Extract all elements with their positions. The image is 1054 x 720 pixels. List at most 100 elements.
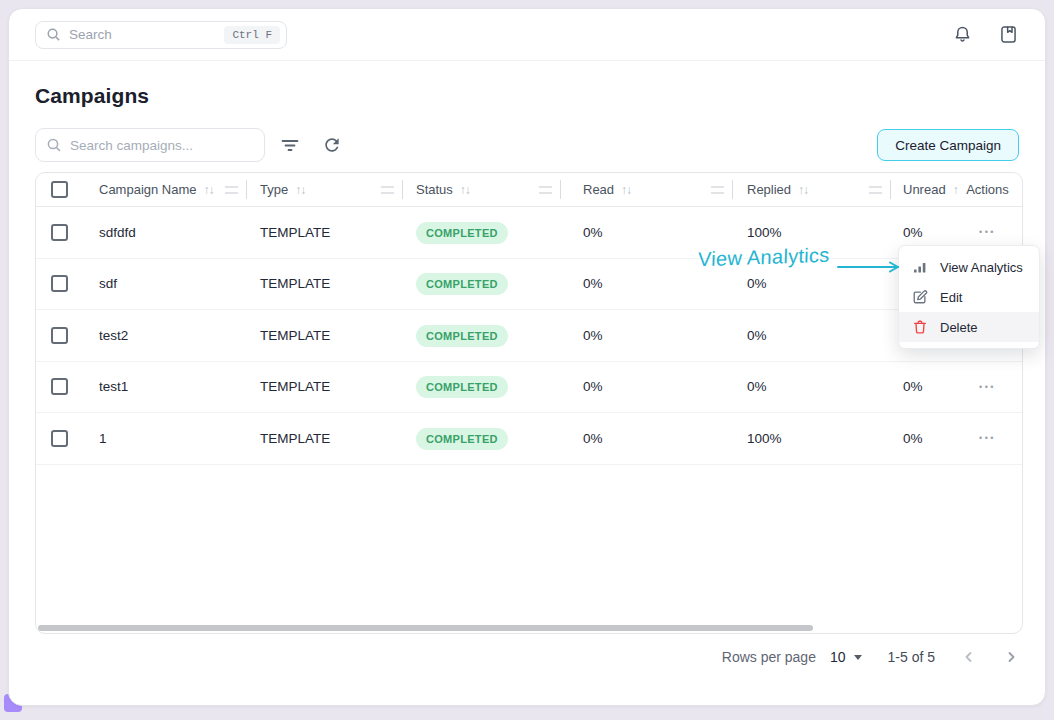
row-checkbox[interactable] xyxy=(51,224,68,241)
row-actions-menu: View Analytics Edit Delete xyxy=(898,245,1040,349)
select-all-checkbox[interactable] xyxy=(51,181,68,198)
status-cell: COMPLETED xyxy=(402,328,560,343)
row-checkbox[interactable] xyxy=(51,275,68,292)
status-badge: COMPLETED xyxy=(416,376,508,398)
topbar: Search Ctrl F xyxy=(9,9,1045,61)
table-row: test1 TEMPLATE COMPLETED 0% 0% 0% ••• xyxy=(36,362,1022,414)
pagination: Rows per page 10 1-5 of 5 xyxy=(35,634,1019,680)
status-cell: COMPLETED xyxy=(402,431,560,446)
global-search-input[interactable]: Search Ctrl F xyxy=(35,21,287,49)
menu-item-view-analytics[interactable]: View Analytics xyxy=(899,252,1039,282)
replied-cell: 0% xyxy=(732,276,890,291)
trash-icon xyxy=(912,319,928,335)
column-header-replied[interactable]: Replied↑↓ xyxy=(732,173,890,206)
read-cell: 0% xyxy=(560,225,732,240)
shortcut-badge: Ctrl F xyxy=(224,26,280,44)
row-checkbox[interactable] xyxy=(51,327,68,344)
annotation-arrow xyxy=(836,258,908,276)
column-resize-handle[interactable] xyxy=(225,186,238,193)
book-bookmark-icon[interactable] xyxy=(997,24,1019,46)
table-row: sdfdfd TEMPLATE COMPLETED 0% 100% 0% ••• xyxy=(36,207,1022,259)
sort-icon: ↑↓ xyxy=(460,183,470,197)
column-header-status[interactable]: Status↑↓ xyxy=(402,173,560,206)
previous-page-button[interactable] xyxy=(961,649,977,665)
column-header-campaign-name[interactable]: Campaign Name↑↓ xyxy=(83,173,246,206)
rows-per-page-value[interactable]: 10 xyxy=(830,649,846,665)
read-cell: 0% xyxy=(560,431,732,446)
sort-icon: ↑↓ xyxy=(798,183,808,197)
chevron-down-icon[interactable] xyxy=(854,655,862,660)
column-header-unread[interactable]: Unread↑ xyxy=(890,173,953,206)
table-empty-area xyxy=(36,465,1022,624)
sort-icon: ↑↓ xyxy=(295,183,305,197)
create-campaign-button[interactable]: Create Campaign xyxy=(877,129,1019,161)
notifications-bell-icon[interactable] xyxy=(951,24,973,46)
unread-cell: 0% xyxy=(890,379,953,394)
column-resize-handle[interactable] xyxy=(869,186,882,193)
status-badge: COMPLETED xyxy=(416,273,508,295)
table-row: 1 TEMPLATE COMPLETED 0% 100% 0% ••• xyxy=(36,413,1022,465)
replied-cell: 100% xyxy=(732,225,890,240)
type-cell: TEMPLATE xyxy=(246,431,402,446)
status-cell: COMPLETED xyxy=(402,379,560,394)
next-page-button[interactable] xyxy=(1003,649,1019,665)
row-actions-button[interactable]: ••• xyxy=(979,382,996,392)
type-cell: TEMPLATE xyxy=(246,276,402,291)
column-header-type[interactable]: Type↑↓ xyxy=(246,173,402,206)
unread-cell: 0% xyxy=(890,225,953,240)
edit-icon xyxy=(912,289,928,305)
campaign-name-cell: 1 xyxy=(83,431,246,446)
pagination-range: 1-5 of 5 xyxy=(888,649,935,665)
row-actions-button[interactable]: ••• xyxy=(979,227,996,237)
row-checkbox[interactable] xyxy=(51,430,68,447)
column-resize-handle[interactable] xyxy=(381,186,394,193)
filter-icon xyxy=(280,135,300,155)
campaign-name-cell: test1 xyxy=(83,379,246,394)
replied-cell: 0% xyxy=(732,328,890,343)
search-icon xyxy=(46,27,61,42)
status-badge: COMPLETED xyxy=(416,325,508,347)
column-resize-handle[interactable] xyxy=(539,186,552,193)
campaigns-table: Campaign Name↑↓ Type↑↓ Status↑↓ Read↑↓ R… xyxy=(35,172,1023,634)
campaign-search-placeholder: Search campaigns... xyxy=(70,138,193,153)
refresh-icon xyxy=(322,135,342,155)
table-row: test2 TEMPLATE COMPLETED 0% 0% 0% ••• xyxy=(36,310,1022,362)
table-header: Campaign Name↑↓ Type↑↓ Status↑↓ Read↑↓ R… xyxy=(36,173,1022,207)
sort-icon: ↑↓ xyxy=(621,183,631,197)
read-cell: 0% xyxy=(560,379,732,394)
unread-cell: 0% xyxy=(890,431,953,446)
type-cell: TEMPLATE xyxy=(246,379,402,394)
filter-button[interactable] xyxy=(279,134,301,156)
global-search-placeholder: Search xyxy=(69,27,224,42)
sort-icon: ↑↓ xyxy=(204,183,214,197)
campaign-name-cell: test2 xyxy=(83,328,246,343)
scrollbar-thumb[interactable] xyxy=(38,625,813,631)
horizontal-scrollbar[interactable] xyxy=(36,623,1022,633)
column-resize-handle[interactable] xyxy=(711,186,724,193)
read-cell: 0% xyxy=(560,328,732,343)
toolbar: Search campaigns... Create Campaign xyxy=(35,128,1019,162)
column-header-read[interactable]: Read↑↓ xyxy=(560,173,732,206)
campaign-search-input[interactable]: Search campaigns... xyxy=(35,128,265,162)
status-cell: COMPLETED xyxy=(402,276,560,291)
row-actions-button[interactable]: ••• xyxy=(979,433,996,443)
bar-chart-icon xyxy=(912,259,928,275)
status-cell: COMPLETED xyxy=(402,225,560,240)
replied-cell: 100% xyxy=(732,431,890,446)
table-body: sdfdfd TEMPLATE COMPLETED 0% 100% 0% •••… xyxy=(36,207,1022,465)
row-checkbox[interactable] xyxy=(51,378,68,395)
status-badge: COMPLETED xyxy=(416,222,508,244)
annotation: View Analytics xyxy=(698,246,830,269)
type-cell: TEMPLATE xyxy=(246,225,402,240)
annotation-text: View Analytics xyxy=(698,244,830,272)
menu-item-delete[interactable]: Delete xyxy=(899,312,1039,342)
type-cell: TEMPLATE xyxy=(246,328,402,343)
menu-item-edit[interactable]: Edit xyxy=(899,282,1039,312)
campaign-name-cell: sdfdfd xyxy=(83,225,246,240)
campaign-name-cell: sdf xyxy=(83,276,246,291)
read-cell: 0% xyxy=(560,276,732,291)
column-header-actions: Actions xyxy=(953,173,1022,206)
page-title: Campaigns xyxy=(35,84,1019,108)
replied-cell: 0% xyxy=(732,379,890,394)
refresh-button[interactable] xyxy=(321,134,343,156)
